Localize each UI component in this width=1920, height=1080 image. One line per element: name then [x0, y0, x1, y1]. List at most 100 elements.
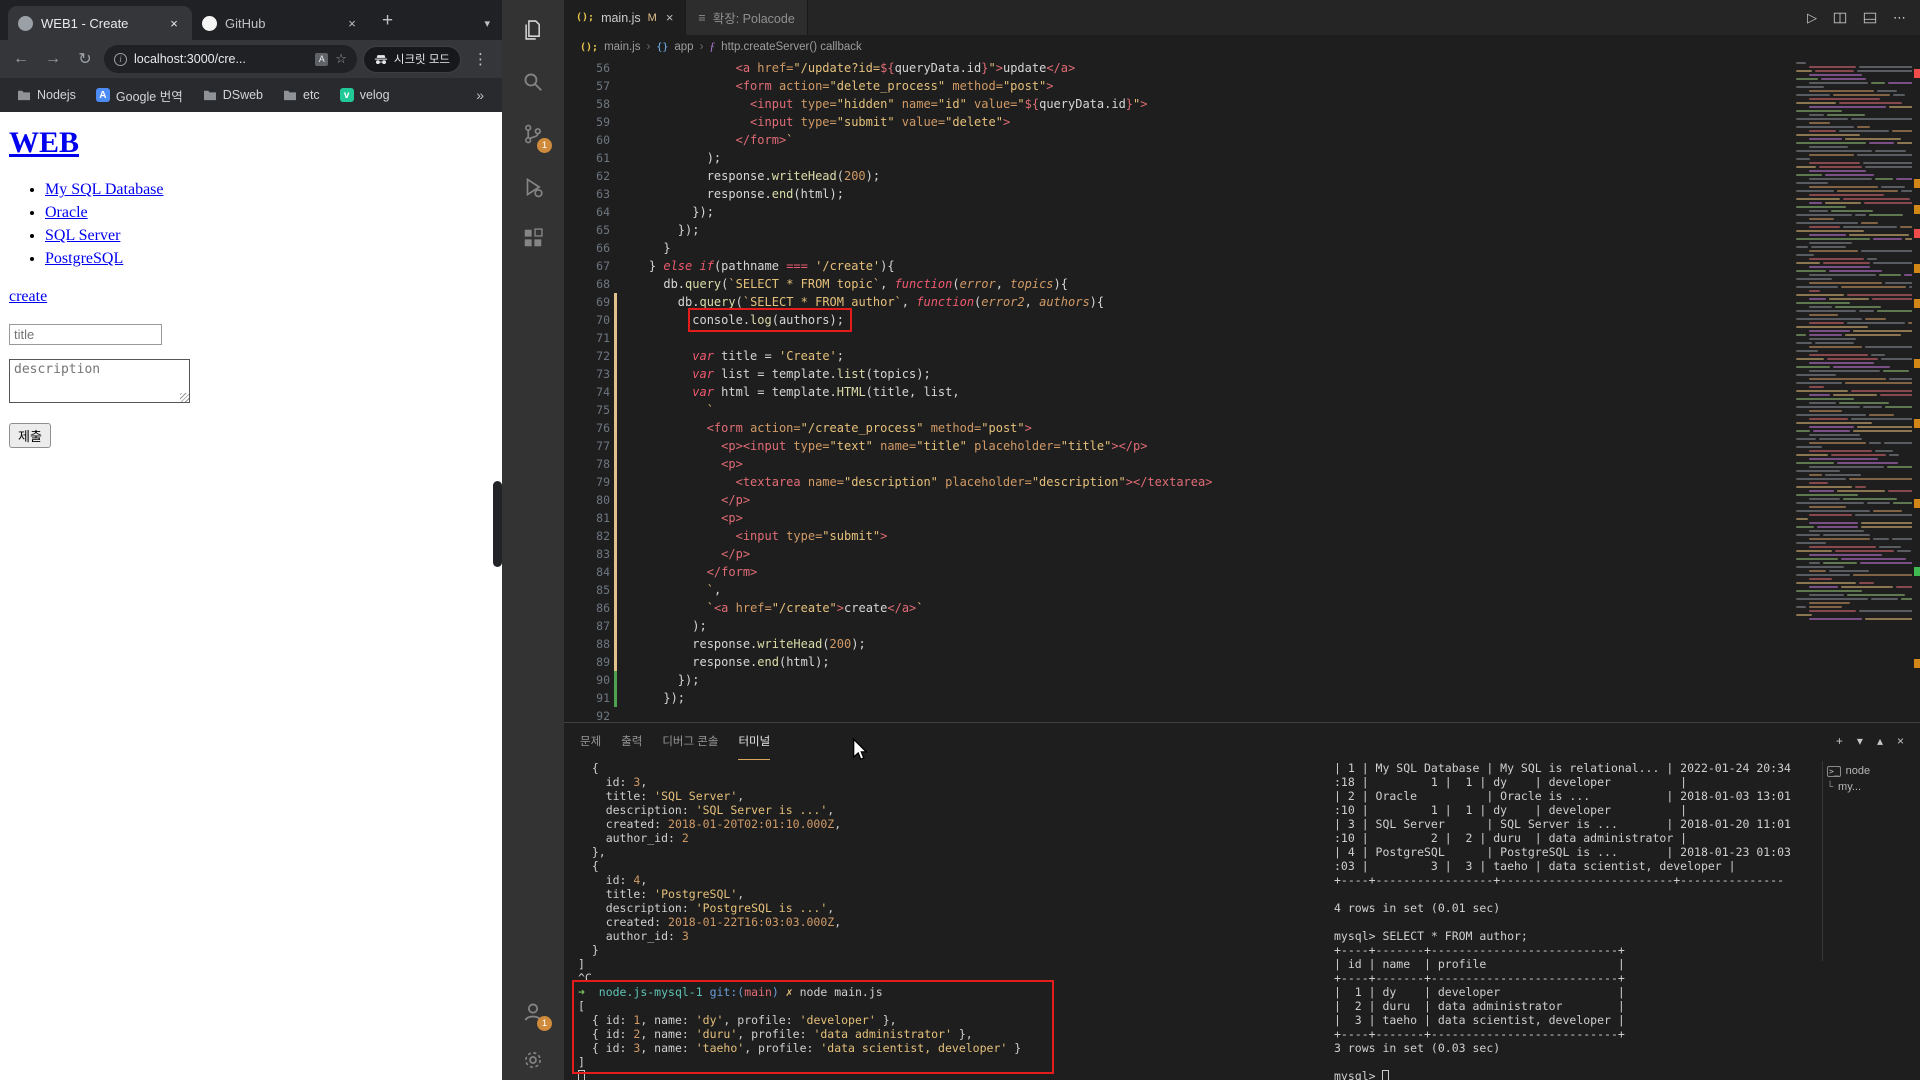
page-title: WEB: [9, 126, 502, 160]
browser-tab-web1[interactable]: WEB1 - Create ×: [8, 6, 192, 40]
gutter-marker: [610, 473, 620, 491]
topic-link-postgresql[interactable]: PostgreSQL: [45, 250, 123, 267]
line-number: 58: [596, 97, 610, 111]
bookmark-star-icon[interactable]: ☆: [335, 51, 347, 67]
browser-tab-github[interactable]: GitHub ×: [192, 6, 370, 40]
terminal-label: my...: [1838, 781, 1862, 793]
gutter-marker: [610, 77, 620, 95]
bookmark-dsweb[interactable]: DSweb: [196, 85, 270, 105]
gutter-marker: [610, 185, 620, 203]
web-heading-link[interactable]: WEB: [9, 126, 79, 159]
gutter-marker: [610, 293, 620, 311]
bookmark-label: Google 번역: [115, 89, 183, 104]
close-panel-icon[interactable]: ×: [1897, 734, 1904, 748]
panel-tab-problems[interactable]: 문제: [580, 723, 601, 759]
maximize-panel-icon[interactable]: ▴: [1877, 734, 1883, 748]
list-item: PostgreSQL: [45, 247, 502, 270]
browser-toolbar: ← → ↻ i localhost:3000/cre... A ☆ 시크릿 모드…: [0, 40, 502, 78]
tab-polacode[interactable]: ≡ 확장: Polacode: [686, 0, 808, 35]
translate-icon[interactable]: A: [315, 52, 329, 66]
run-file-icon[interactable]: ▷: [1807, 10, 1817, 26]
code-text: );: [620, 619, 707, 633]
new-tab-button[interactable]: +: [370, 10, 405, 40]
bookmark-google-translate[interactable]: A Google 번역: [89, 83, 190, 108]
site-info-icon[interactable]: i: [114, 52, 127, 66]
terminal-line: id: 3,: [578, 775, 648, 789]
tab-mainjs[interactable]: (); main.js M ×: [564, 0, 687, 35]
more-actions-icon[interactable]: ⋯: [1893, 10, 1906, 26]
list-item: Oracle: [45, 201, 502, 224]
breadcrumb-symbol-callback[interactable]: http.createServer() callback: [721, 41, 862, 53]
minimap[interactable]: [1796, 61, 1912, 711]
bookmarks-overflow-icon[interactable]: »: [476, 87, 492, 103]
description-textarea[interactable]: [9, 359, 190, 403]
code-line: 59 <input type="submit" value="delete">: [564, 113, 1920, 131]
terminal-line: {: [578, 859, 599, 873]
line-number: 83: [596, 547, 610, 561]
bookmark-velog[interactable]: v velog: [333, 85, 397, 105]
account-icon[interactable]: 1: [517, 996, 552, 1031]
split-editor-icon[interactable]: [1833, 11, 1847, 25]
code-text: });: [620, 223, 700, 237]
panel-tab-terminal[interactable]: 터미널: [738, 723, 771, 760]
page-favicon: [18, 15, 33, 31]
code-editor[interactable]: 56 <a href="/update?id=${queryData.id}">…: [564, 59, 1920, 722]
topic-link-mysql[interactable]: My SQL Database: [45, 181, 164, 198]
back-icon[interactable]: ←: [8, 46, 34, 72]
submit-button[interactable]: 제출: [9, 423, 51, 448]
bookmark-label: etc: [303, 88, 320, 102]
gutter-marker: [610, 653, 620, 671]
address-bar[interactable]: i localhost:3000/cre... A ☆: [104, 45, 357, 73]
terminal-dropdown-icon[interactable]: ▾: [1857, 734, 1863, 748]
browser-menu-icon[interactable]: ⋮: [467, 50, 494, 68]
gutter-marker: [610, 455, 620, 473]
terminal-list-item-node[interactable]: >_ node: [1823, 763, 1920, 779]
browser-scrollbar-thumb[interactable]: [493, 481, 502, 567]
terminal-list-item-mysql[interactable]: └ my...: [1823, 779, 1920, 795]
line-number: 59: [596, 115, 610, 129]
account-badge: 1: [537, 1016, 552, 1031]
panel-tab-debug-console[interactable]: 디버그 콘솔: [662, 723, 718, 759]
run-debug-icon[interactable]: [517, 171, 549, 203]
new-terminal-icon[interactable]: +: [1836, 734, 1843, 748]
code-lines: 56 <a href="/update?id=${queryData.id}">…: [564, 59, 1920, 722]
gutter-marker: [610, 599, 620, 617]
breadcrumb-file[interactable]: main.js: [604, 41, 640, 53]
extension-list-icon: ≡: [698, 10, 706, 25]
create-link[interactable]: create: [9, 288, 47, 306]
terminal-line: 4 rows in set (0.01 sec): [1334, 901, 1501, 915]
code-line: 60 </form>`: [564, 131, 1920, 149]
reload-icon[interactable]: ↻: [72, 46, 98, 72]
line-number: 72: [596, 349, 610, 363]
tab-search-chevron-icon[interactable]: ▾: [484, 17, 490, 30]
settings-gear-icon[interactable]: [517, 1044, 549, 1076]
tab-close-icon[interactable]: ×: [166, 16, 182, 31]
terminal-line: | 1 | My SQL Database | My SQL is relati…: [1334, 761, 1791, 775]
velog-icon: v: [339, 88, 354, 102]
layout-icon[interactable]: [1863, 11, 1877, 25]
topic-link-oracle[interactable]: Oracle: [45, 204, 88, 221]
source-control-icon[interactable]: 1: [517, 118, 552, 153]
breadcrumb-symbol-app[interactable]: app: [674, 41, 693, 53]
bookmark-nodejs[interactable]: Nodejs: [10, 85, 83, 105]
ruler-mark: [1914, 205, 1920, 214]
panel-actions: + ▾ ▴ ×: [1836, 734, 1904, 748]
line-number: 71: [596, 331, 610, 345]
web-page: WEB My SQL Database Oracle SQL Server Po…: [0, 112, 502, 1080]
tab-close-icon[interactable]: ×: [344, 16, 360, 31]
topic-link-sqlserver[interactable]: SQL Server: [45, 227, 120, 244]
search-icon[interactable]: [517, 66, 549, 98]
bookmark-etc[interactable]: etc: [276, 85, 327, 105]
breadcrumb-sep-icon: ›: [699, 41, 704, 53]
panel-tab-output[interactable]: 출력: [621, 723, 642, 759]
explorer-icon[interactable]: [517, 14, 549, 46]
terminal-mysql[interactable]: | 1 | My SQL Database | My SQL is relati…: [1334, 761, 1820, 1080]
forward-icon[interactable]: →: [40, 46, 66, 72]
extensions-icon[interactable]: [517, 222, 549, 254]
code-line: 81 <p>: [564, 509, 1920, 527]
title-input[interactable]: [9, 324, 162, 345]
line-number: 79: [596, 475, 610, 489]
code-text: </form>`: [735, 133, 794, 147]
tab-close-icon[interactable]: ×: [666, 10, 674, 25]
line-number: 67: [596, 259, 610, 273]
